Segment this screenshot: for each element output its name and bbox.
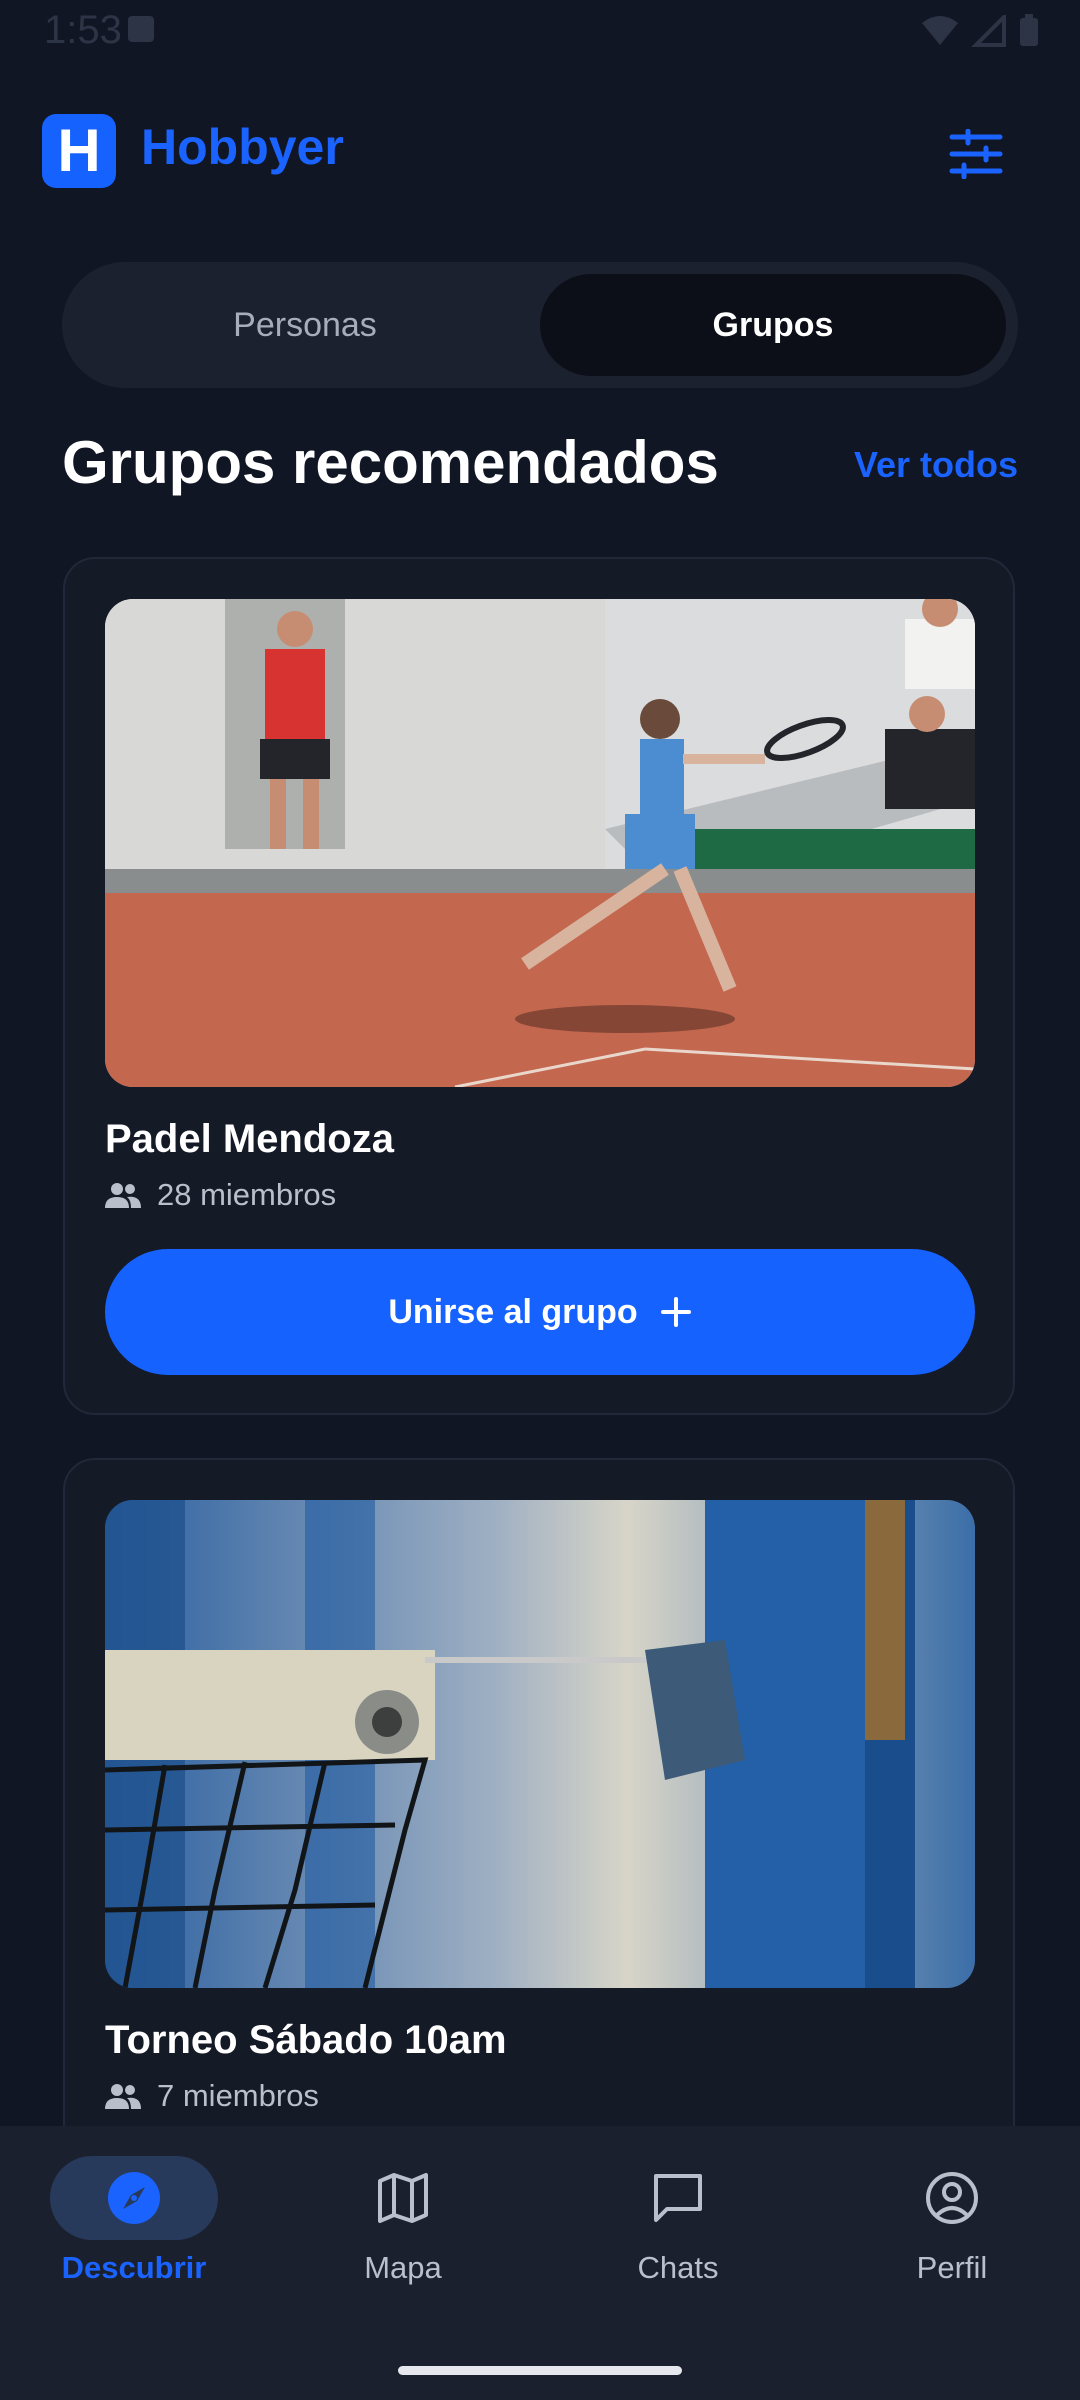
tab-personas[interactable]: Personas [72,274,538,376]
nav-item-perfil[interactable]: Perfil [814,2156,1080,2306]
people-icon [105,1183,141,1208]
profile-icon [926,2172,978,2224]
wifi-icon [922,16,958,45]
nav-icon-container [594,2156,762,2240]
join-group-button[interactable]: Unirse al grupo [105,1249,975,1375]
logo-letter: H [57,117,101,184]
group-card[interactable]: Torneo Sábado 10am 7 miembros [63,1458,1015,2158]
group-photo [105,1500,975,1988]
status-time: 1:53 [44,8,122,52]
status-bar: 1:53 [0,0,1080,62]
nav-label: Perfil [916,2250,988,2285]
group-card[interactable]: eNGie Padel Mendoza [63,557,1015,1415]
see-all-link[interactable]: Ver todos [854,444,1018,486]
nav-label: Descubrir [61,2250,207,2285]
member-count-text: 28 miembros [157,1177,337,1212]
nav-item-mapa[interactable]: Mapa [265,2156,541,2306]
system-icons [920,14,1040,48]
member-count: 7 miembros [105,2078,319,2114]
nav-item-descubrir[interactable]: Descubrir [0,2156,272,2306]
filter-button[interactable] [940,118,1012,190]
people-icon [105,2084,141,2109]
people-groups-toggle: Personas Grupos [62,262,1018,388]
plus-icon [660,1297,691,1327]
map-icon [378,2173,428,2223]
app-logo: H [42,114,116,188]
group-name: Padel Mendoza [105,1117,394,1161]
section-title: Grupos recomendados [62,429,719,496]
member-count: 28 miembros [105,1177,336,1213]
group-name: Torneo Sábado 10am [105,2018,507,2062]
nav-icon-container [868,2156,1036,2240]
nav-label: Mapa [364,2250,442,2285]
nav-icon-container [50,2156,218,2240]
tune-icon [949,129,1003,179]
nav-icon-container [319,2156,487,2240]
chat-icon [654,2174,702,2222]
app-title: Hobbyer [141,119,344,175]
nav-item-chats[interactable]: Chats [540,2156,816,2306]
bottom-navigation: Descubrir Mapa Chats Perfil [0,2126,1080,2400]
signal-icon [972,15,1006,47]
battery-icon [1020,14,1038,46]
compass-icon [108,2172,160,2224]
member-count-text: 7 miembros [157,2078,319,2113]
group-photo: eNGie [105,599,975,1087]
nav-label: Chats [637,2250,719,2285]
notification-icon [128,16,154,42]
join-button-label: Unirse al grupo [388,1292,638,1331]
home-indicator[interactable] [398,2366,682,2375]
tab-grupos[interactable]: Grupos [540,274,1006,376]
